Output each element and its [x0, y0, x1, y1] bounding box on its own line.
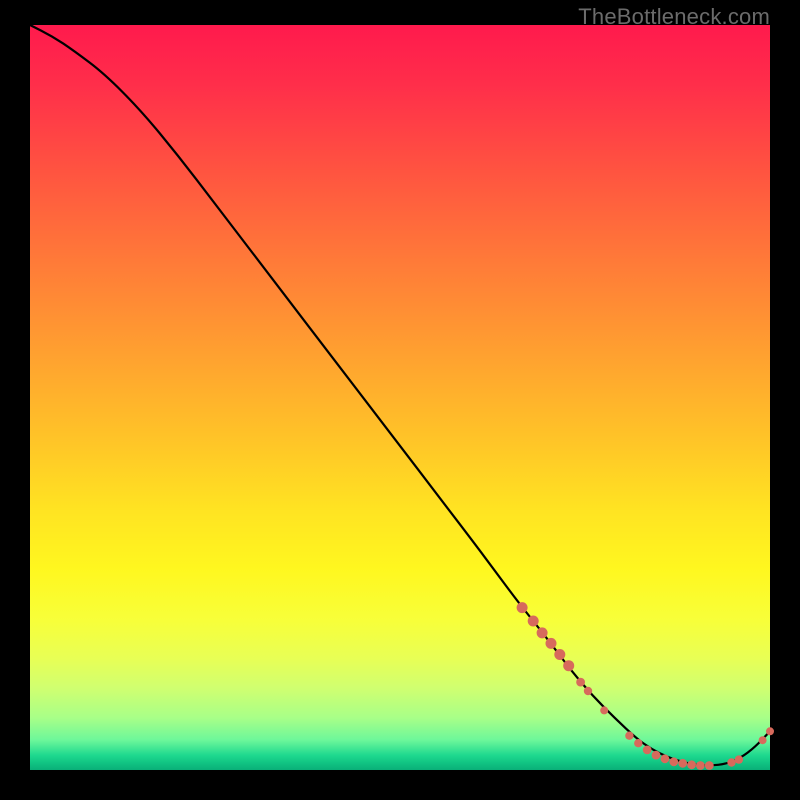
data-marker	[652, 751, 661, 760]
data-marker	[727, 758, 735, 766]
data-marker	[705, 761, 714, 770]
chart-frame: TheBottleneck.com	[0, 0, 800, 800]
data-marker	[678, 759, 687, 768]
data-marker	[625, 732, 633, 740]
plot-area	[30, 25, 770, 770]
data-marker	[537, 627, 548, 638]
curve-svg	[30, 25, 770, 770]
data-marker	[687, 760, 696, 769]
data-marker	[517, 602, 528, 613]
data-marker	[643, 746, 652, 755]
data-marker	[661, 754, 670, 763]
data-marker	[696, 761, 705, 770]
data-marker	[735, 755, 743, 763]
data-marker	[563, 660, 574, 671]
data-marker	[759, 736, 767, 744]
bottleneck-curve	[30, 25, 770, 765]
data-marker	[576, 678, 585, 687]
data-marker	[669, 757, 678, 766]
data-marker	[600, 706, 608, 714]
data-marker	[584, 687, 592, 695]
data-marker	[546, 638, 557, 649]
data-marker	[528, 616, 539, 627]
data-marker	[766, 727, 774, 735]
data-marker	[554, 649, 565, 660]
data-marker	[634, 739, 642, 747]
